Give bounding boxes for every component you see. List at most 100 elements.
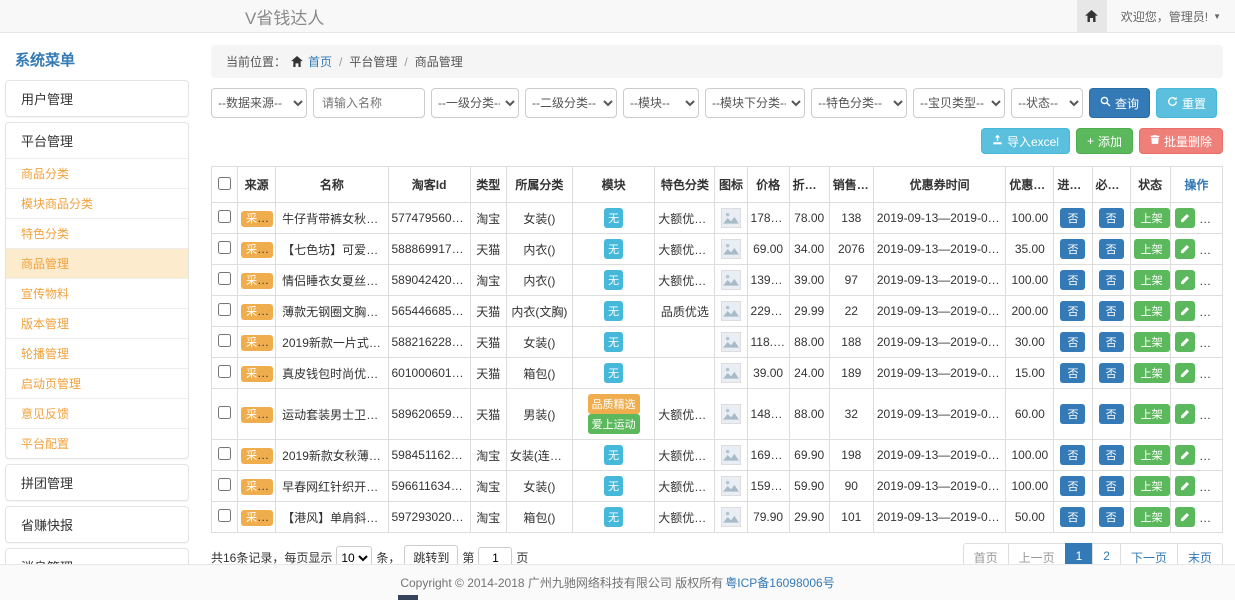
filter-feature-select[interactable]: --特色分类-- <box>811 88 907 118</box>
row-checkbox[interactable] <box>218 241 231 254</box>
edit-button[interactable] <box>1175 270 1195 290</box>
must-buy-toggle[interactable]: 否 <box>1099 363 1124 383</box>
sidebar-subitem-carousel-management[interactable]: 轮播管理 <box>6 338 188 368</box>
sidebar-item-express-report[interactable]: 省赚快报 <box>6 507 188 542</box>
must-buy-toggle[interactable]: 否 <box>1099 507 1124 527</box>
edit-button[interactable] <box>1175 208 1195 228</box>
import-select-toggle[interactable]: 否 <box>1060 507 1085 527</box>
sidebar-subitem-featured-category[interactable]: 特色分类 <box>6 218 188 248</box>
import-excel-button[interactable]: 导入excel <box>981 128 1070 154</box>
status-toggle[interactable]: 上架 <box>1134 239 1170 259</box>
batch-delete-button[interactable]: 批量删除 <box>1139 128 1223 154</box>
sidebar-item-platform-management[interactable]: 平台管理 <box>6 123 188 158</box>
row-checkbox[interactable] <box>218 447 231 460</box>
filter-source-select[interactable]: --数据来源-- <box>211 88 307 118</box>
sidebar-subitem-promo-materials[interactable]: 宣传物料 <box>6 278 188 308</box>
row-checkbox[interactable] <box>218 478 231 491</box>
status-toggle[interactable]: 上架 <box>1134 332 1170 352</box>
filter-status-select[interactable]: --状态-- <box>1011 88 1083 118</box>
edit-button[interactable] <box>1175 332 1195 352</box>
delete-button[interactable] <box>1200 208 1220 228</box>
delete-button[interactable] <box>1200 404 1220 424</box>
delete-button[interactable] <box>1200 332 1220 352</box>
user-menu[interactable]: 欢迎您，管理员! ▼ <box>1107 8 1235 25</box>
select-all-checkbox[interactable] <box>218 177 231 190</box>
import-select-toggle[interactable]: 否 <box>1060 445 1085 465</box>
pager-page-1[interactable]: 1 <box>1065 543 1094 564</box>
icp-link[interactable]: 粤ICP备16098006号 <box>725 574 834 591</box>
sidebar-subitem-feedback[interactable]: 意见反馈 <box>6 398 188 428</box>
must-buy-toggle[interactable]: 否 <box>1099 332 1124 352</box>
edit-button[interactable] <box>1175 363 1195 383</box>
must-buy-toggle[interactable]: 否 <box>1099 476 1124 496</box>
must-buy-toggle[interactable]: 否 <box>1099 445 1124 465</box>
page-number-input[interactable] <box>478 547 512 565</box>
delete-button[interactable] <box>1200 363 1220 383</box>
filter-module-select[interactable]: --模块-- <box>623 88 699 118</box>
status-toggle[interactable]: 上架 <box>1134 270 1170 290</box>
home-button[interactable] <box>1077 0 1107 32</box>
pager-first[interactable]: 首页 <box>963 543 1009 564</box>
row-checkbox[interactable] <box>218 334 231 347</box>
reset-button[interactable]: 重置 <box>1156 88 1217 118</box>
sidebar-item-message-management[interactable]: 消息管理 <box>6 549 188 564</box>
filter-level2-select[interactable]: --二级分类-- <box>525 88 617 118</box>
horizontal-scrollbar-thumb[interactable] <box>398 595 418 600</box>
pager-last[interactable]: 末页 <box>1177 543 1223 564</box>
delete-button[interactable] <box>1200 270 1220 290</box>
delete-button[interactable] <box>1200 239 1220 259</box>
add-button[interactable]: + 添加 <box>1076 128 1133 154</box>
import-select-toggle[interactable]: 否 <box>1060 239 1085 259</box>
pager-page-2[interactable]: 2 <box>1092 543 1121 564</box>
filter-level1-select[interactable]: --一级分类-- <box>431 88 519 118</box>
search-button[interactable]: 查询 <box>1089 88 1150 118</box>
sidebar-subitem-splash-management[interactable]: 启动页管理 <box>6 368 188 398</box>
row-checkbox[interactable] <box>218 303 231 316</box>
import-select-toggle[interactable]: 否 <box>1060 476 1085 496</box>
jump-button[interactable]: 跳转到 <box>404 545 458 564</box>
pager-prev[interactable]: 上一页 <box>1008 543 1066 564</box>
must-buy-toggle[interactable]: 否 <box>1099 208 1124 228</box>
filter-module-sub-select[interactable]: --模块下分类-- <box>705 88 805 118</box>
name-search-input[interactable] <box>313 88 425 118</box>
must-buy-toggle[interactable]: 否 <box>1099 239 1124 259</box>
import-select-toggle[interactable]: 否 <box>1060 404 1085 424</box>
import-select-toggle[interactable]: 否 <box>1060 301 1085 321</box>
row-checkbox[interactable] <box>218 509 231 522</box>
row-checkbox[interactable] <box>218 272 231 285</box>
delete-button[interactable] <box>1200 301 1220 321</box>
sidebar-subitem-platform-config[interactable]: 平台配置 <box>6 428 188 458</box>
must-buy-toggle[interactable]: 否 <box>1099 270 1124 290</box>
filter-item-type-select[interactable]: --宝贝类型-- <box>913 88 1005 118</box>
status-toggle[interactable]: 上架 <box>1134 404 1170 424</box>
must-buy-toggle[interactable]: 否 <box>1099 404 1124 424</box>
import-select-toggle[interactable]: 否 <box>1060 270 1085 290</box>
status-toggle[interactable]: 上架 <box>1134 363 1170 383</box>
sidebar-subitem-goods-category[interactable]: 商品分类 <box>6 158 188 188</box>
row-checkbox[interactable] <box>218 365 231 378</box>
pager-next[interactable]: 下一页 <box>1120 543 1178 564</box>
sidebar-item-user-management[interactable]: 用户管理 <box>6 81 188 116</box>
edit-button[interactable] <box>1175 507 1195 527</box>
import-select-toggle[interactable]: 否 <box>1060 332 1085 352</box>
import-select-toggle[interactable]: 否 <box>1060 363 1085 383</box>
row-checkbox[interactable] <box>218 406 231 419</box>
per-page-select[interactable]: 10 <box>336 546 372 565</box>
status-toggle[interactable]: 上架 <box>1134 208 1170 228</box>
sidebar-item-group-buy-management[interactable]: 拼团管理 <box>6 465 188 500</box>
edit-button[interactable] <box>1175 445 1195 465</box>
status-toggle[interactable]: 上架 <box>1134 445 1170 465</box>
status-toggle[interactable]: 上架 <box>1134 507 1170 527</box>
delete-button[interactable] <box>1200 507 1220 527</box>
sidebar-subitem-goods-management[interactable]: 商品管理 <box>6 248 188 278</box>
sidebar-subitem-module-goods-category[interactable]: 模块商品分类 <box>6 188 188 218</box>
delete-button[interactable] <box>1200 476 1220 496</box>
status-toggle[interactable]: 上架 <box>1134 476 1170 496</box>
must-buy-toggle[interactable]: 否 <box>1099 301 1124 321</box>
row-checkbox[interactable] <box>218 210 231 223</box>
breadcrumb-home-link[interactable]: 首页 <box>308 53 332 70</box>
delete-button[interactable] <box>1200 445 1220 465</box>
import-select-toggle[interactable]: 否 <box>1060 208 1085 228</box>
edit-button[interactable] <box>1175 301 1195 321</box>
edit-button[interactable] <box>1175 404 1195 424</box>
